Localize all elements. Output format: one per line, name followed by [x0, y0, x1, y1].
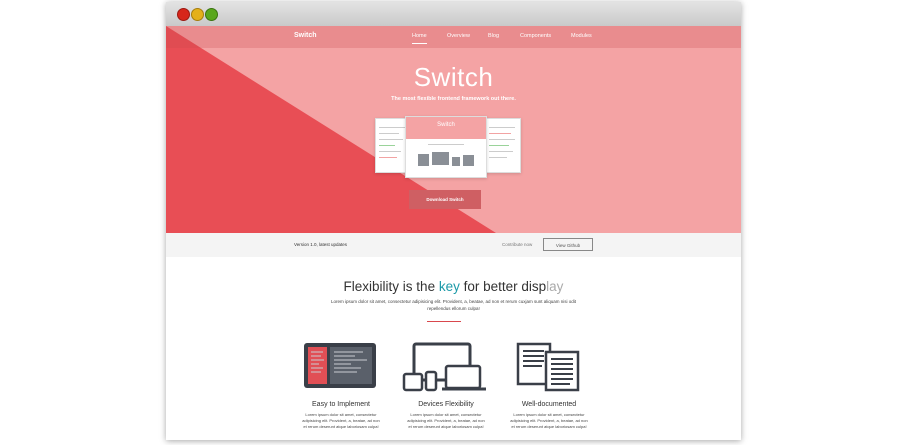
feature-text-easy: Lorem ipsum dolor sit amet, consectetur … — [302, 412, 380, 429]
window-titlebar — [166, 2, 741, 27]
code-editor-icon — [304, 343, 376, 388]
nav-item-overview[interactable]: Overview — [447, 33, 470, 39]
version-strip: Version 1.0, latest updates Contribute n… — [166, 233, 741, 257]
minimize-window-button[interactable] — [191, 8, 204, 21]
section-lead: Lorem ipsum dolor sit amet, consectetur … — [330, 299, 577, 311]
hero-section: Switch Home Overview Blog Components Mod… — [166, 26, 741, 233]
headline-text-end: for better disp — [463, 279, 547, 294]
close-window-button[interactable] — [177, 8, 190, 21]
brand-logo[interactable]: Switch — [294, 32, 317, 39]
nav-item-blog[interactable]: Blog — [488, 33, 499, 39]
devices-icon — [402, 342, 486, 392]
contribute-link[interactable]: Contribute now — [502, 242, 532, 247]
section-divider — [427, 321, 461, 322]
section-headline: Flexibility is the key for better displa… — [166, 279, 741, 294]
view-github-button[interactable]: View Github — [543, 238, 593, 251]
headline-text-faded: lay — [546, 279, 564, 294]
download-button[interactable]: Download Switch — [409, 190, 481, 209]
documents-icon — [516, 342, 580, 392]
feature-text-devices: Lorem ipsum dolor sit amet, consectetur … — [407, 412, 485, 429]
feature-title-easy: Easy to Implement — [312, 401, 370, 408]
top-nav: Switch Home Overview Blog Components Mod… — [166, 26, 741, 48]
preview-mockup-right — [484, 118, 521, 173]
feature-title-devices: Devices Flexibility — [418, 401, 474, 408]
headline-key-word: key — [438, 279, 460, 294]
hero-subtitle: The most flexible frontend framework out… — [391, 96, 516, 102]
preview-mockup-main: Switch — [405, 116, 487, 178]
mockup-title: Switch — [437, 122, 455, 128]
nav-item-components[interactable]: Components — [520, 33, 551, 39]
feature-text-docs: Lorem ipsum dolor sit amet, consectetur … — [510, 412, 588, 429]
version-text: Version 1.0, latest updates — [294, 242, 348, 247]
browser-window: Switch Home Overview Blog Components Mod… — [166, 2, 741, 440]
feature-title-docs: Well-documented — [521, 401, 577, 408]
hero-title: Switch — [413, 62, 494, 92]
headline-text: Flexibility is the — [343, 279, 436, 294]
nav-item-modules[interactable]: Modules — [571, 33, 592, 39]
maximize-window-button[interactable] — [205, 8, 218, 21]
nav-item-home[interactable]: Home — [412, 33, 427, 44]
